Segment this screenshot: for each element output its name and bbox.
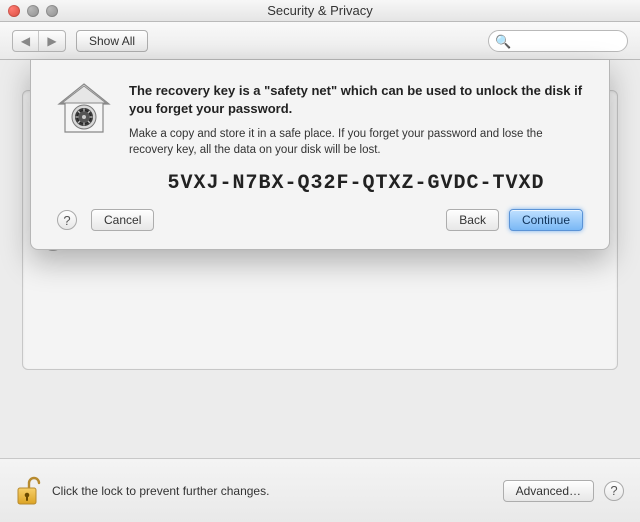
recovery-key-sheet: The recovery key is a "safety net" which…: [30, 60, 610, 250]
toolbar: ◀ ▶ Show All 🔍: [0, 22, 640, 60]
back-icon: ◀: [21, 34, 30, 48]
cancel-button[interactable]: Cancel: [91, 209, 154, 231]
window-minimize-button[interactable]: [27, 5, 39, 17]
lock-message: Click the lock to prevent further change…: [52, 484, 269, 498]
prefs-help-button[interactable]: ?: [604, 481, 624, 501]
advanced-button[interactable]: Advanced…: [503, 480, 594, 502]
window-traffic-lights: [8, 5, 58, 17]
window-close-button[interactable]: [8, 5, 20, 17]
sheet-button-row: ? Cancel Back Continue: [57, 209, 583, 231]
window-zoom-button[interactable]: [46, 5, 58, 17]
nav-back-forward: ◀ ▶: [12, 30, 66, 52]
search-icon: 🔍: [495, 34, 511, 50]
unlocked-lock-icon: [16, 476, 42, 506]
sheet-help-button[interactable]: ?: [57, 210, 77, 230]
forward-icon: ▶: [47, 34, 56, 48]
show-all-button[interactable]: Show All: [76, 30, 148, 52]
lock-button[interactable]: [16, 476, 42, 506]
search-field-wrap: 🔍: [488, 30, 628, 52]
sheet-body-text: Make a copy and store it in a safe place…: [129, 127, 583, 158]
filevault-house-icon: [57, 82, 111, 209]
titlebar: Security & Privacy: [0, 0, 640, 22]
recovery-key-value: 5VXJ-N7BX-Q32F-QTXZ-GVDC-TVXD: [129, 172, 583, 195]
nav-back-button[interactable]: ◀: [13, 31, 39, 51]
continue-button[interactable]: Continue: [509, 209, 583, 231]
window-title: Security & Privacy: [0, 3, 640, 18]
sheet-heading: The recovery key is a "safety net" which…: [129, 82, 583, 117]
bottom-bar: Click the lock to prevent further change…: [0, 458, 640, 522]
nav-forward-button[interactable]: ▶: [39, 31, 65, 51]
back-button[interactable]: Back: [446, 209, 499, 231]
